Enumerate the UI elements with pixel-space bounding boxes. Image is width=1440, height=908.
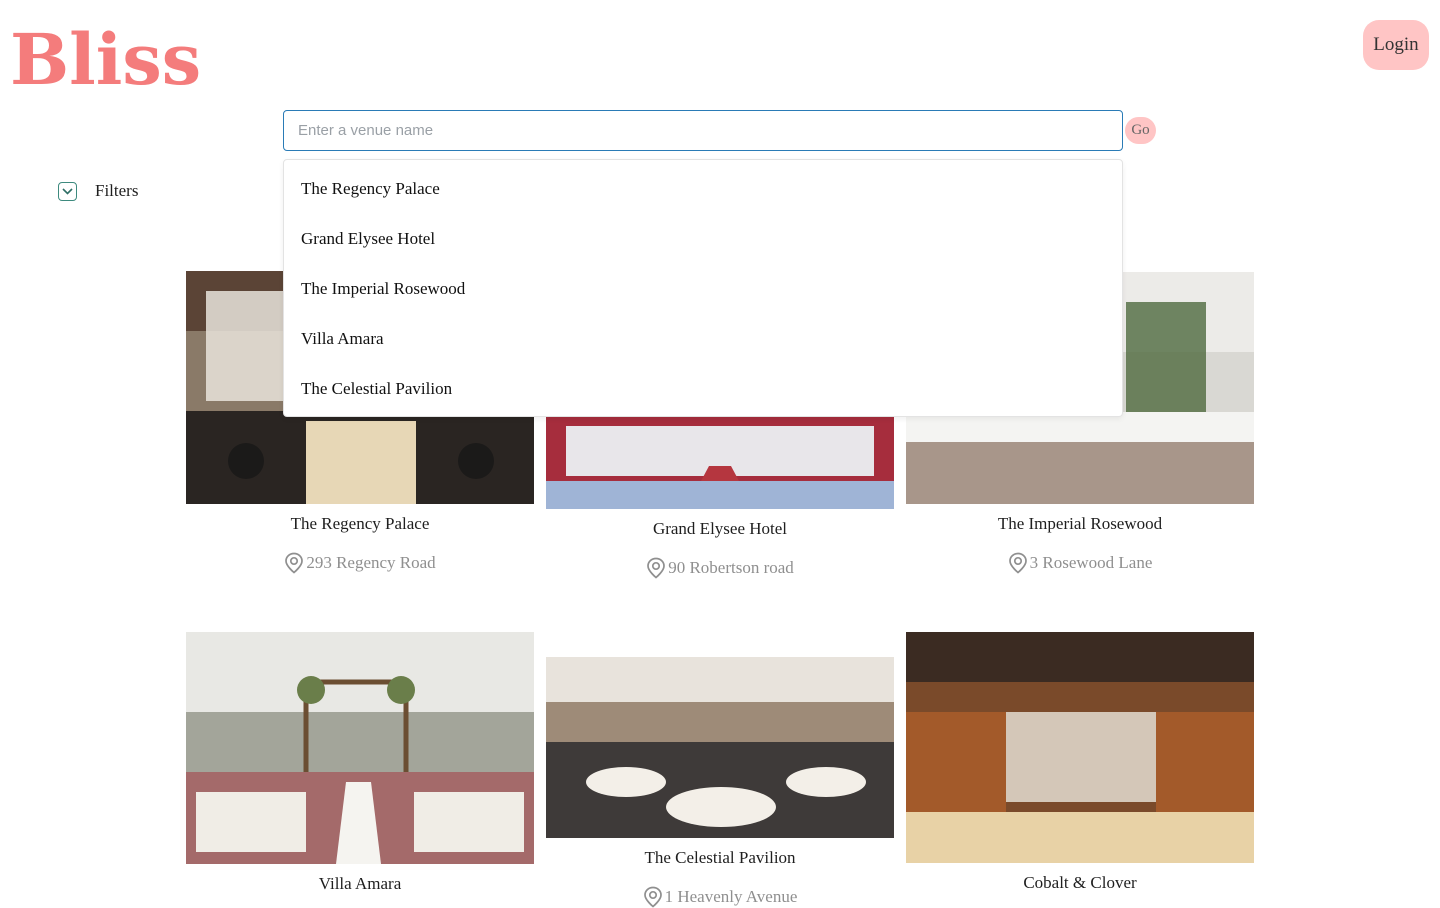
suggestion-item[interactable]: Grand Elysee Hotel <box>284 214 1122 264</box>
venue-address-text: 1 Heavenly Avenue <box>664 887 798 906</box>
venue-name[interactable]: The Imperial Rosewood <box>906 514 1254 534</box>
go-button[interactable]: Go <box>1125 117 1156 144</box>
filters-toggle[interactable]: Filters <box>58 180 138 202</box>
suggestion-item[interactable]: The Imperial Rosewood <box>284 264 1122 314</box>
venue-card[interactable]: Villa Amara <box>186 632 534 894</box>
suggestion-item[interactable]: Villa Amara <box>284 314 1122 364</box>
venue-name[interactable]: The Regency Palace <box>186 514 534 534</box>
suggestion-item[interactable]: The Celestial Pavilion <box>284 364 1122 414</box>
venue-address-text: 90 Robertson road <box>668 558 794 577</box>
venue-image[interactable] <box>186 632 534 864</box>
venue-address: 90 Robertson road <box>546 557 894 579</box>
venue-address: 3 Rosewood Lane <box>906 552 1254 574</box>
suggestion-item[interactable]: The Regency Palace <box>284 164 1122 214</box>
login-button[interactable]: Login <box>1363 20 1429 70</box>
search-suggestions-dropdown: The Regency Palace Grand Elysee Hotel Th… <box>283 159 1123 417</box>
location-pin-icon <box>285 552 304 574</box>
venue-name[interactable]: The Celestial Pavilion <box>546 848 894 868</box>
venue-image[interactable] <box>906 632 1254 863</box>
location-pin-icon <box>643 886 662 908</box>
location-pin-icon <box>647 557 666 579</box>
bliss-logo[interactable]: Bliss <box>10 20 201 100</box>
venue-card[interactable]: The Celestial Pavilion 1 Heavenly Avenue <box>546 657 894 908</box>
venue-card[interactable]: Cobalt & Clover <box>906 632 1254 893</box>
chevron-down-icon[interactable] <box>58 181 77 201</box>
venue-name[interactable]: Grand Elysee Hotel <box>546 519 894 539</box>
filters-label: Filters <box>95 181 139 200</box>
venue-address-text: 3 Rosewood Lane <box>1029 553 1153 572</box>
venue-image[interactable] <box>546 657 894 838</box>
venue-search-input[interactable] <box>283 110 1123 151</box>
venue-name[interactable]: Cobalt & Clover <box>906 873 1254 893</box>
venue-address-text: 293 Regency Road <box>306 553 436 572</box>
venue-address: 1 Heavenly Avenue <box>546 886 894 908</box>
venue-address: 293 Regency Road <box>186 552 534 574</box>
venue-name[interactable]: Villa Amara <box>186 874 534 894</box>
location-pin-icon <box>1008 552 1027 574</box>
